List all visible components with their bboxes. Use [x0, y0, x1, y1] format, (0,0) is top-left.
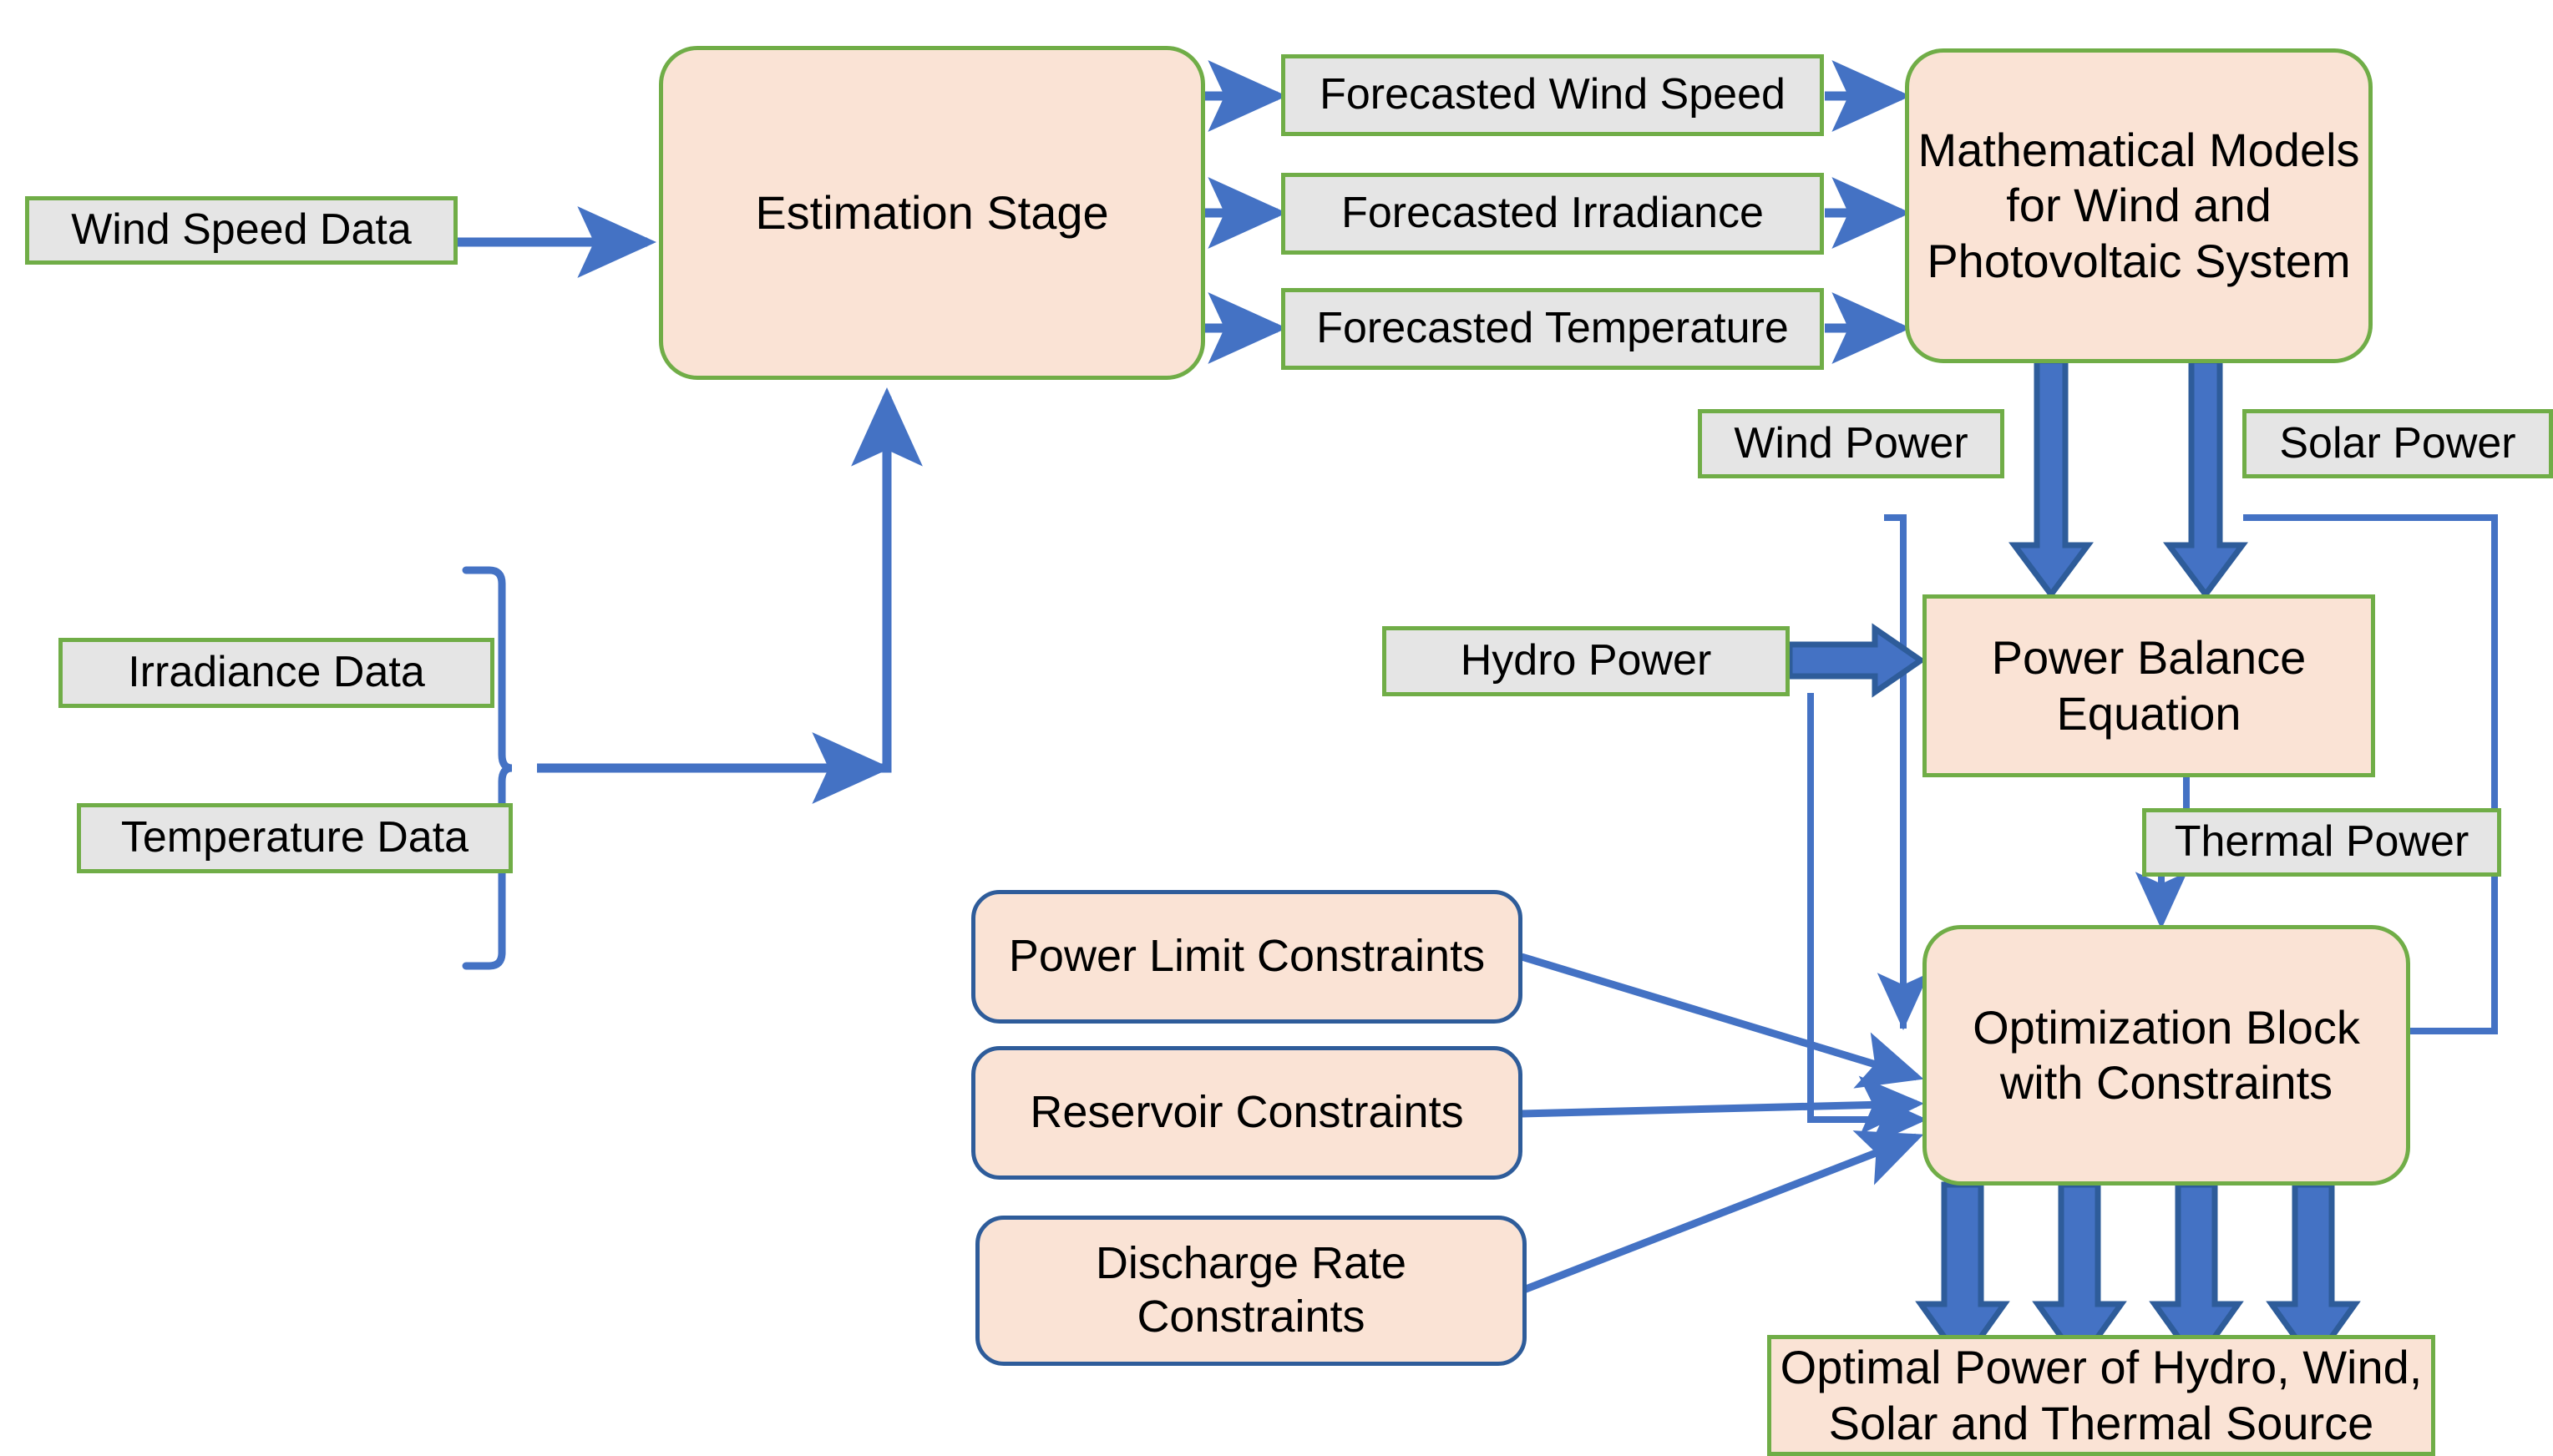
node-forecasted-irradiance[interactable]: Forecasted Irradiance	[1281, 173, 1824, 255]
node-forecasted-wind-speed[interactable]: Forecasted Wind Speed	[1281, 54, 1824, 136]
node-power-limit-constraints[interactable]: Power Limit Constraints	[971, 890, 1522, 1024]
node-label: Power Balance Equation	[1991, 631, 2307, 740]
edge-hydro-to-optimization	[1807, 693, 1928, 1146]
node-hydro-power[interactable]: Hydro Power	[1382, 626, 1790, 696]
node-optimization-block[interactable]: Optimization Block with Constraints	[1922, 925, 2410, 1186]
edge-datagroup-to-estimation	[537, 387, 923, 773]
node-mathematical-models[interactable]: Mathematical Models for Wind and Photovo…	[1905, 48, 2373, 363]
block-arrow-solar-power	[2163, 357, 2248, 599]
node-forecasted-temperature[interactable]: Forecasted Temperature	[1281, 288, 1824, 370]
node-label: Reservoir Constraints	[1030, 1087, 1464, 1138]
node-wind-speed-data[interactable]: Wind Speed Data	[25, 196, 458, 265]
node-estimation-stage[interactable]: Estimation Stage	[659, 46, 1205, 380]
node-label: Temperature Data	[120, 813, 469, 862]
node-label: Estimation Stage	[755, 185, 1109, 239]
node-label: Forecasted Temperature	[1316, 304, 1789, 353]
node-label: Wind Power	[1734, 418, 1968, 468]
edge-reservoir-to-optimization	[1521, 1075, 1924, 1135]
node-wind-power[interactable]: Wind Power	[1698, 409, 2004, 478]
block-arrow-hydro-power	[1786, 623, 1927, 698]
edge-powerlimit-to-optimization	[1520, 953, 1924, 1089]
edge-discharge-to-optimization	[1520, 1130, 1924, 1295]
brace-data-group	[462, 566, 513, 970]
node-label: Thermal Power	[2174, 817, 2469, 867]
node-label: Irradiance Data	[128, 648, 425, 697]
node-optimal-power-output[interactable]: Optimal Power of Hydro, Wind, Solar and …	[1767, 1335, 2435, 1456]
node-discharge-rate-constraints[interactable]: Discharge Rate Constraints	[975, 1216, 1527, 1366]
node-label: Forecasted Wind Speed	[1320, 70, 1786, 119]
node-label: Optimal Power of Hydro, Wind, Solar and …	[1780, 1341, 2423, 1449]
flowchart-canvas: Wind Speed Data Irradiance Data Temperat…	[0, 0, 2553, 1456]
node-label: Discharge Rate Constraints	[1095, 1238, 1407, 1342]
node-label: Solar Power	[2279, 418, 2516, 468]
node-label: Power Limit Constraints	[1008, 931, 1486, 982]
node-irradiance-data[interactable]: Irradiance Data	[58, 638, 494, 708]
node-label: Wind Speed Data	[71, 205, 412, 255]
node-temperature-data[interactable]: Temperature Data	[77, 803, 513, 873]
edge-windbus-vertical	[1884, 514, 1907, 1029]
node-thermal-power[interactable]: Thermal Power	[2142, 808, 2501, 877]
node-solar-power[interactable]: Solar Power	[2242, 409, 2553, 478]
node-reservoir-constraints[interactable]: Reservoir Constraints	[971, 1046, 1522, 1180]
node-label: Optimization Block with Constraints	[1973, 1000, 2360, 1109]
node-label: Hydro Power	[1460, 636, 1712, 685]
block-arrow-wind-power	[2008, 357, 2094, 599]
node-label: Mathematical Models for Wind and Photovo…	[1917, 124, 2360, 287]
node-label: Forecasted Irradiance	[1341, 189, 1764, 238]
node-power-balance-equation[interactable]: Power Balance Equation	[1922, 594, 2375, 777]
edge-windbus-to-optimization	[1877, 514, 1930, 1031]
